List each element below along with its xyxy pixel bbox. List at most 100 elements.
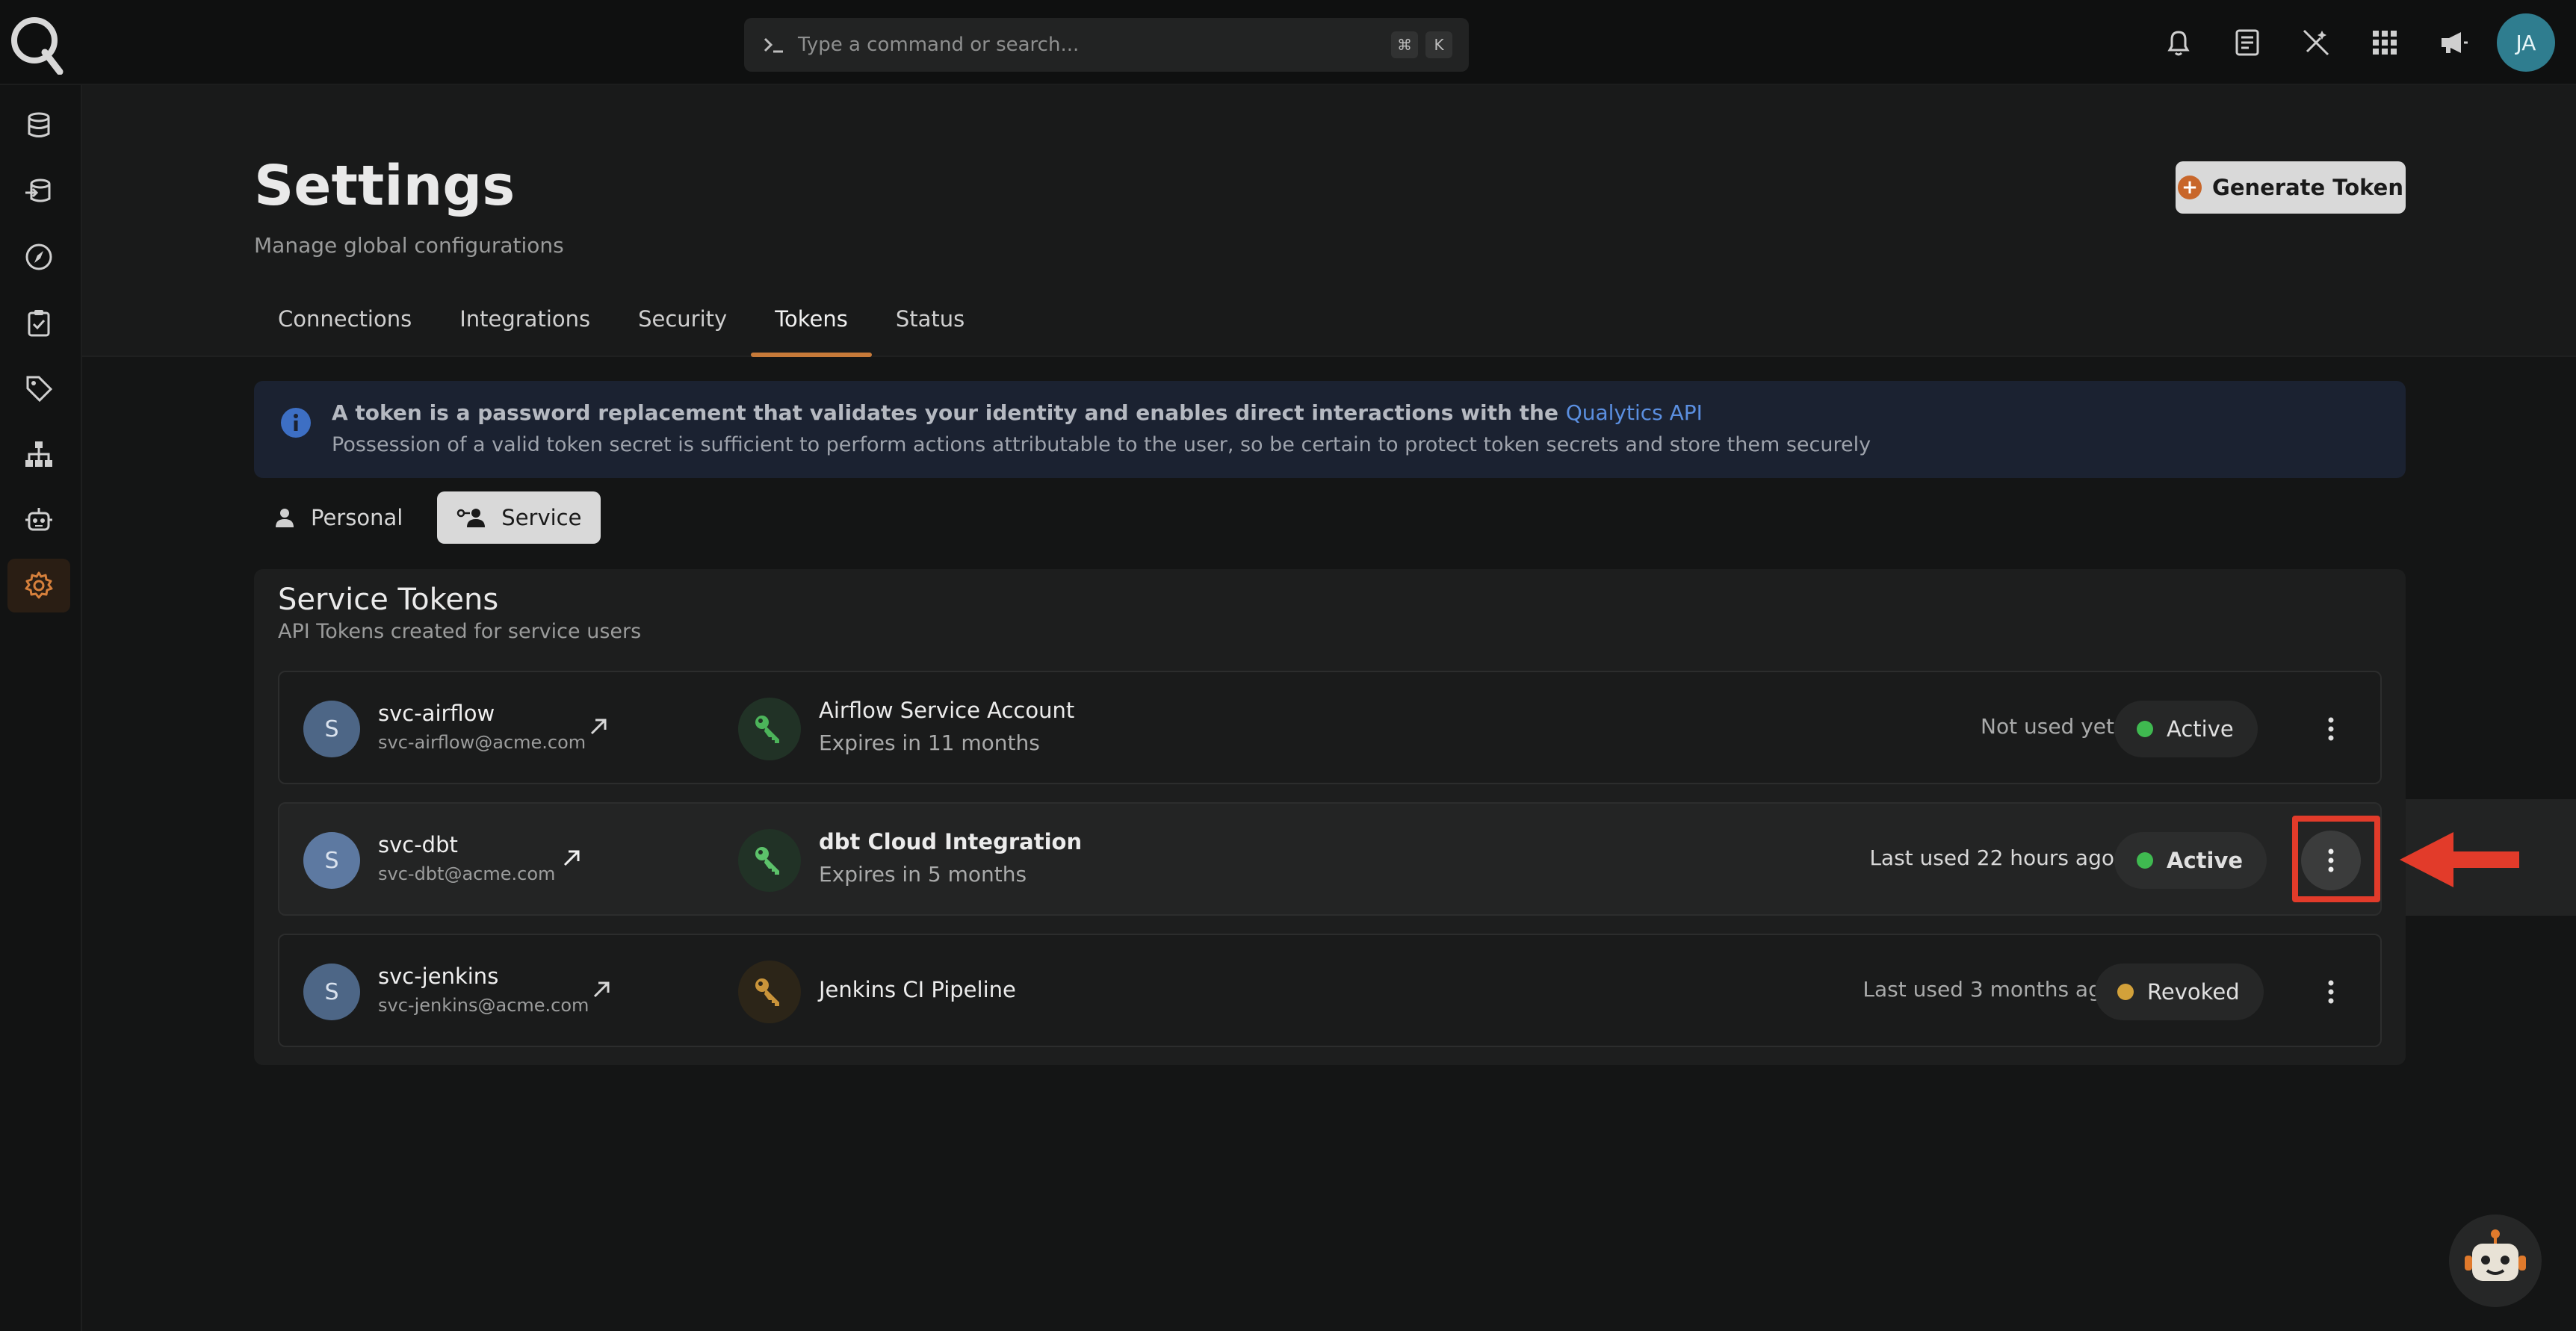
sidebar-item-settings[interactable] xyxy=(7,559,70,612)
search-placeholder: Type a command or search... xyxy=(798,34,1080,56)
gear-icon xyxy=(25,571,53,599)
clipboard-check-icon xyxy=(28,310,50,337)
command-key: ⌘ xyxy=(1391,31,1418,58)
service-user-email: svc-dbt@acme.com xyxy=(378,863,556,884)
key-icon xyxy=(738,698,801,760)
qualytics-api-link[interactable]: Qualytics API xyxy=(1566,400,1703,425)
tag-icon xyxy=(26,376,53,403)
token-type-switch: Personal Service xyxy=(254,491,601,544)
token-expiry: Expires in 11 months xyxy=(819,730,1040,755)
info-text: A token is a password replacement that v… xyxy=(332,400,1558,425)
sidebar-item-flows[interactable] xyxy=(7,427,70,481)
k-key: K xyxy=(1425,31,1452,58)
info-line-2: Possession of a valid token secret is su… xyxy=(332,433,1871,456)
token-row[interactable]: S svc-jenkins svc-jenkins@acme.com Jenki… xyxy=(278,934,2382,1047)
avatar: S xyxy=(303,701,360,757)
kebab-menu-icon xyxy=(2328,980,2334,1004)
status-dot xyxy=(2117,984,2134,1000)
megaphone-icon[interactable] xyxy=(2433,22,2474,63)
tab-connections[interactable]: Connections xyxy=(254,306,436,357)
more-options-button[interactable] xyxy=(2301,699,2361,759)
token-name: dbt Cloud Integration xyxy=(819,829,1083,854)
token-name: Airflow Service Account xyxy=(819,698,1075,723)
command-search[interactable]: Type a command or search... ⌘ K xyxy=(744,18,1469,72)
person-icon xyxy=(276,509,294,527)
last-used: Last used 22 hours ago xyxy=(1869,846,2114,870)
avatar: S xyxy=(303,832,360,889)
tab-status[interactable]: Status xyxy=(872,306,988,357)
status-dot xyxy=(2137,852,2153,869)
key-icon xyxy=(738,829,801,892)
status-dot xyxy=(2137,721,2153,737)
sidebar-item-tags[interactable] xyxy=(7,362,70,415)
key-icon xyxy=(738,961,801,1023)
external-link-icon[interactable] xyxy=(586,714,611,739)
panel-title: Service Tokens xyxy=(278,583,499,617)
annotation-highlight-box xyxy=(2292,816,2380,902)
last-used: Last used 3 months ago xyxy=(1863,977,2114,1002)
info-banner: A token is a password replacement that v… xyxy=(254,381,2406,478)
token-name: Jenkins CI Pipeline xyxy=(819,977,1016,1002)
status-label: Active xyxy=(2167,716,2234,742)
token-row[interactable]: S svc-dbt svc-dbt@acme.com dbt Cloud Int… xyxy=(278,802,2382,916)
last-used: Not used yet xyxy=(1981,714,2114,739)
generate-token-button[interactable]: + Generate Token xyxy=(2176,161,2406,214)
compass-icon xyxy=(25,243,52,270)
service-user-name: svc-jenkins xyxy=(378,964,499,989)
shortcut-keys: ⌘ K xyxy=(1391,31,1452,58)
status-label: Revoked xyxy=(2147,979,2240,1005)
robot-icon xyxy=(25,508,52,531)
service-user-name: svc-dbt xyxy=(378,832,458,857)
sidebar-item-enrichment[interactable] xyxy=(7,164,70,218)
hierarchy-icon xyxy=(25,441,52,467)
service-user-email: svc-jenkins@acme.com xyxy=(378,995,589,1016)
database-icon xyxy=(28,112,50,137)
page-subtitle: Manage global configurations xyxy=(254,233,564,258)
top-actions: JA xyxy=(2158,0,2576,85)
sidebar xyxy=(0,85,82,1331)
app-logo[interactable] xyxy=(7,9,64,75)
info-icon xyxy=(281,408,311,438)
external-link-icon[interactable] xyxy=(559,846,584,871)
tab-integrations[interactable]: Integrations xyxy=(436,306,614,357)
sidebar-item-checks[interactable] xyxy=(7,296,70,350)
user-avatar[interactable]: JA xyxy=(2497,13,2555,72)
generate-token-label: Generate Token xyxy=(2212,175,2403,200)
status-label: Active xyxy=(2167,848,2244,873)
avatar: S xyxy=(303,964,360,1020)
status-badge: Revoked xyxy=(2095,964,2264,1020)
bell-icon[interactable] xyxy=(2158,22,2199,63)
magic-wand-off-icon[interactable] xyxy=(2295,22,2337,63)
status-badge: Active xyxy=(2114,701,2258,757)
service-tokens-button[interactable]: Service xyxy=(437,491,601,544)
service-tokens-panel: Service Tokens API Tokens created for se… xyxy=(254,569,2406,1065)
panel-subtitle: API Tokens created for service users xyxy=(278,620,642,643)
status-badge: Active xyxy=(2114,832,2267,889)
robot-icon xyxy=(2465,1229,2526,1281)
sidebar-item-datastores[interactable] xyxy=(7,99,70,152)
document-icon[interactable] xyxy=(2226,22,2268,63)
annotation-arrow-icon xyxy=(2400,832,2519,887)
kebab-menu-icon xyxy=(2328,717,2334,741)
sidebar-item-explore[interactable] xyxy=(7,230,70,284)
service-label: Service xyxy=(501,505,582,530)
settings-tabs: Connections Integrations Security Tokens… xyxy=(254,306,988,357)
personal-label: Personal xyxy=(311,505,403,530)
page-title: Settings xyxy=(254,154,515,218)
database-arrow-icon xyxy=(25,179,51,202)
personal-tokens-button[interactable]: Personal xyxy=(254,491,422,544)
service-user-icon xyxy=(457,509,486,527)
plus-circle-icon: + xyxy=(2178,176,2202,199)
more-options-button[interactable] xyxy=(2301,962,2361,1022)
apps-grid-icon[interactable] xyxy=(2364,22,2406,63)
service-user-email: svc-airflow@acme.com xyxy=(378,732,586,753)
token-row[interactable]: S svc-airflow svc-airflow@acme.com Airfl… xyxy=(278,671,2382,784)
assistant-bot-button[interactable] xyxy=(2449,1214,2542,1307)
service-user-name: svc-airflow xyxy=(378,701,495,726)
tab-tokens[interactable]: Tokens xyxy=(751,306,872,357)
info-line-1: A token is a password replacement that v… xyxy=(332,400,1703,425)
external-link-icon[interactable] xyxy=(589,977,614,1002)
tab-security[interactable]: Security xyxy=(614,306,751,357)
sidebar-item-agents[interactable] xyxy=(7,493,70,547)
token-expiry: Expires in 5 months xyxy=(819,862,1027,887)
